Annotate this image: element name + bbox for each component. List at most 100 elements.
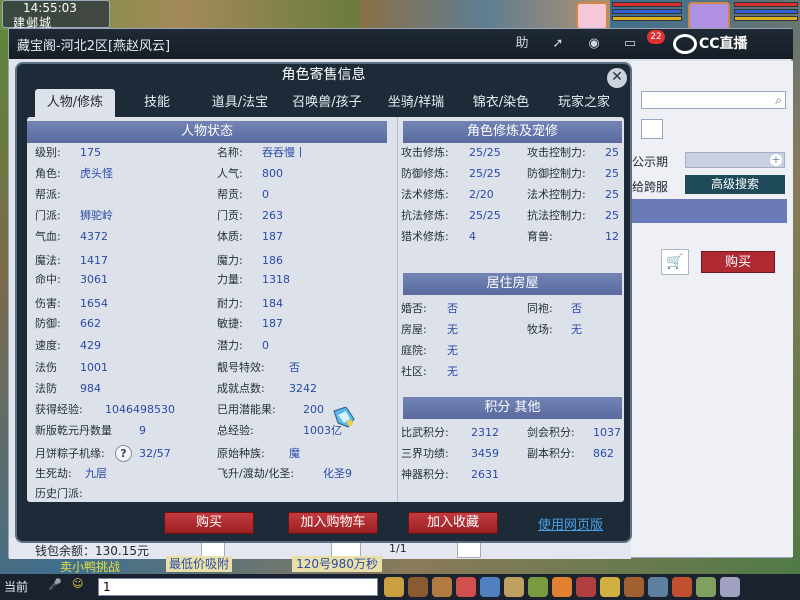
points-dungeon: 副本积分: 862 (527, 447, 614, 461)
plus-icon[interactable]: + (770, 154, 782, 166)
stat-pill-count-label: 新版乾元丹数量 (35, 424, 112, 437)
share-icon[interactable]: ➚ (545, 33, 571, 55)
buy-button[interactable]: 购买 (164, 512, 254, 534)
cult-resist: 抗法修炼: 25/25 (401, 209, 501, 223)
player-avatar[interactable] (688, 2, 730, 30)
stat-total-exp-value: 1003亿 (303, 424, 342, 437)
cult-magic-control-label: 法术控制力: (527, 188, 586, 201)
message-1: 卖小鸭挑战 (60, 560, 121, 574)
cult-hunting: 猎术修炼: 4 (401, 230, 476, 244)
stat-role-value: 虎头怪 (80, 167, 113, 180)
shop-icon[interactable] (576, 577, 596, 597)
cult-attack-label: 攻击修炼: (401, 146, 449, 159)
stat-school-contrib-label: 门贡: (217, 209, 243, 222)
cult-resist-value: 25/25 (469, 209, 501, 222)
stat-school-label: 门派: (35, 209, 61, 222)
cult-magic: 法术修炼: 2/20 (401, 188, 494, 202)
activity-icon[interactable] (552, 577, 572, 597)
publicity-label: 公示期 (632, 155, 669, 169)
system-icon[interactable] (624, 577, 644, 597)
stop-icon[interactable]: ◉ (581, 33, 607, 55)
filter-input[interactable] (641, 119, 663, 139)
tab-character[interactable]: 人物/修炼 (35, 89, 115, 117)
chat-channel-button[interactable]: 当前 (4, 578, 28, 595)
stat-total-exp: 总经验: 1003亿 (217, 424, 342, 438)
cult-attack-value: 25/25 (469, 146, 501, 159)
tab-outfits[interactable]: 锦衣/染色 (459, 89, 543, 117)
stat-guild-contrib: 帮贡: 0 (217, 188, 269, 202)
cult-resist-control: 抗法控制力: 25 (527, 209, 619, 223)
publicity-select[interactable]: + (685, 152, 785, 168)
cart-icon[interactable]: 🛒 (661, 249, 689, 275)
stat-race: 原始种族: 魔 (217, 447, 300, 461)
chat-icon[interactable]: ▭ (617, 33, 643, 55)
pet-avatar[interactable] (576, 2, 608, 30)
tab-pets[interactable]: 召唤兽/孩子 (281, 89, 373, 117)
team-icon[interactable] (456, 577, 476, 597)
stat-magic-power-value: 186 (262, 254, 283, 267)
add-to-favorites-button[interactable]: 加入收藏 (408, 512, 498, 534)
search-icon[interactable]: ⌕ (775, 93, 782, 108)
settings-icon[interactable] (648, 577, 668, 597)
stat-role-label: 角色: (35, 167, 61, 180)
stat-constitution-value: 187 (262, 230, 283, 243)
stat-guild-contrib-value: 0 (262, 188, 269, 201)
add-to-cart-button[interactable]: 加入购物车 (288, 512, 378, 534)
tab-items[interactable]: 道具/法宝 (199, 89, 281, 117)
close-icon[interactable]: ✕ (607, 68, 627, 88)
cult-attack-control-label: 攻击控制力: (527, 146, 586, 159)
tab-mounts[interactable]: 坐骑/祥瑞 (373, 89, 459, 117)
points-sword-value: 1037 (593, 426, 621, 439)
stat-guild-contrib-label: 帮贡: (217, 188, 243, 201)
reward-icon[interactable] (600, 577, 620, 597)
stat-endurance: 耐力: 184 (217, 297, 283, 311)
game-clock: 14:55:03 建邺城 (2, 0, 110, 30)
stat-popularity-value: 800 (262, 167, 283, 180)
stat-mooncake: 月饼粽子机缘: 32/57 (35, 447, 171, 461)
chat-input[interactable]: 1 (98, 578, 378, 596)
section-status-header: 人物状态 (27, 121, 387, 143)
quest-icon[interactable] (528, 577, 548, 597)
emoji-icon[interactable]: ☺ (72, 577, 83, 590)
stat-vanity-effect-value: 否 (289, 361, 300, 374)
tab-skills[interactable]: 技能 (115, 89, 199, 117)
stat-damage-label: 伤害: (35, 297, 61, 310)
message-2[interactable]: 最低价吸附 (166, 556, 232, 572)
bag-icon[interactable] (384, 577, 404, 597)
microphone-icon[interactable]: 🎤 (48, 578, 62, 591)
message-3[interactable]: 120号980万秒 (292, 556, 382, 572)
points-artifact-label: 神器积分: (401, 468, 449, 481)
cult-attack-control: 攻击控制力: 25 (527, 146, 619, 160)
map-icon[interactable] (696, 577, 716, 597)
stat-speed-label: 速度: (35, 339, 61, 352)
function-icons (384, 577, 740, 597)
friend-icon[interactable] (480, 577, 500, 597)
trade-icon[interactable] (432, 577, 452, 597)
stat-hp: 气血: 4372 (35, 230, 108, 244)
item-icon[interactable] (408, 577, 428, 597)
house-community: 社区: 无 (401, 365, 458, 379)
next-page-button[interactable] (457, 542, 481, 558)
cult-hunting-label: 猎术修炼: (401, 230, 449, 243)
list-buy-button[interactable]: 购买 (701, 251, 775, 273)
stat-magic-defense-value: 984 (80, 382, 101, 395)
help-question-icon[interactable]: ? (115, 445, 132, 462)
dialog-content: 人物状态 角色修炼及宠修 级别: 175 角色: 虎头怪 帮派: 门派: 狮驼岭 气血… (27, 117, 624, 502)
cult-defense-control-label: 防御控制力: (527, 167, 586, 180)
web-version-link[interactable]: 使用网页版 (538, 514, 603, 533)
guild-icon[interactable] (504, 577, 524, 597)
cult-breeding-value: 12 (605, 230, 619, 243)
event-icon[interactable] (672, 577, 692, 597)
stat-race-label: 原始种族: (217, 447, 265, 460)
search-input[interactable]: ⌕ (641, 91, 786, 109)
cult-defense-value: 25/25 (469, 167, 501, 180)
stat-level: 级别: 175 (35, 146, 101, 160)
menu-icon[interactable] (720, 577, 740, 597)
stat-life-death-value: 九层 (85, 467, 107, 480)
points-sword-label: 剑会积分: (527, 426, 575, 439)
tab-home[interactable]: 玩家之家 (543, 89, 625, 117)
stat-guild-label: 帮派: (35, 188, 61, 201)
advanced-search-button[interactable]: 高级搜索 (685, 175, 785, 194)
help-button[interactable]: 助 (509, 33, 535, 55)
house-house-value: 无 (447, 323, 458, 336)
